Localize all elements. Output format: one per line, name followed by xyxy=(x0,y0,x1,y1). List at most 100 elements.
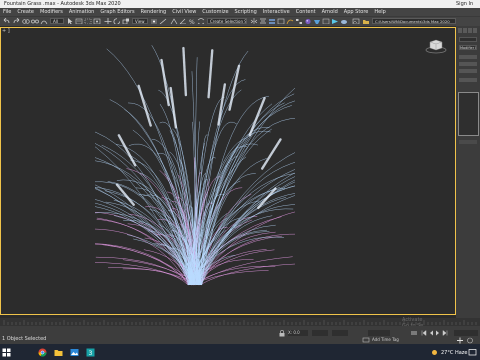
render-setup-icon[interactable] xyxy=(313,18,321,24)
svg-text:%: % xyxy=(189,19,195,24)
modifier-stack-item[interactable] xyxy=(459,55,477,59)
curve-editor-icon[interactable] xyxy=(286,18,294,24)
bind-spacewarp-icon[interactable] xyxy=(40,18,48,24)
spinner-snap-icon[interactable] xyxy=(197,18,205,24)
viewcube-icon[interactable] xyxy=(425,38,447,54)
angle-snap-icon[interactable] xyxy=(179,18,187,24)
fountain-grass-model[interactable] xyxy=(95,30,295,292)
status-bar: 1 Object Selected X: 0.0 Add Time Tag xyxy=(0,326,480,344)
weather-icon xyxy=(432,350,437,355)
svg-text:3: 3 xyxy=(89,350,93,357)
key-mode-icon[interactable] xyxy=(410,330,418,336)
time-tag-icon[interactable] xyxy=(362,337,370,343)
grass-plume xyxy=(248,96,266,137)
render-in-cloud-icon[interactable] xyxy=(340,18,348,24)
title-bar: Fountain Grass .max - Autodesk 3ds Max 2… xyxy=(0,0,480,8)
file-explorer-icon[interactable] xyxy=(54,348,63,357)
grass-plume xyxy=(207,49,214,99)
modifier-list-dropdown[interactable]: Modifier List xyxy=(459,45,477,50)
grass-blade xyxy=(128,102,192,286)
selection-filter-dropdown[interactable]: All xyxy=(50,18,64,24)
current-frame-field[interactable] xyxy=(454,330,478,336)
lock-selection-icon[interactable] xyxy=(278,330,286,337)
modifier-stack-list[interactable] xyxy=(458,92,479,136)
select-manipulate-icon[interactable] xyxy=(159,18,167,24)
grass-blade xyxy=(105,201,192,286)
selection-status: 1 Object Selected xyxy=(2,336,47,342)
menu-modifiers[interactable]: Modifiers xyxy=(37,9,66,15)
notifications-icon[interactable] xyxy=(468,348,477,357)
plus-icon[interactable] xyxy=(456,337,464,344)
weather-text[interactable]: 27°C Haze xyxy=(441,350,467,356)
schematic-view-icon[interactable] xyxy=(295,18,303,24)
menu-scripting[interactable]: Scripting xyxy=(232,9,260,15)
coord-z-field[interactable] xyxy=(332,330,348,336)
grass-blade xyxy=(95,243,192,286)
menu-app-store[interactable]: App Store xyxy=(341,9,372,15)
chrome-icon[interactable] xyxy=(38,348,47,357)
sign-in-link[interactable]: Sign In xyxy=(456,1,473,7)
grass-blade xyxy=(197,50,249,286)
menu-create[interactable]: Create xyxy=(14,9,37,15)
menu-help[interactable]: Help xyxy=(371,9,388,15)
object-name-field[interactable] xyxy=(459,37,477,42)
menu-civil-view[interactable]: Civil View xyxy=(169,9,199,15)
select-by-name-icon[interactable] xyxy=(75,18,83,24)
modifier-stack-item[interactable] xyxy=(459,69,477,73)
grass-plume xyxy=(169,86,178,129)
reference-coord-dropdown[interactable]: View xyxy=(132,18,148,24)
pivot-center-icon[interactable] xyxy=(150,18,158,24)
percent-snap-icon[interactable]: % xyxy=(188,18,196,24)
grass-plume xyxy=(182,46,188,97)
move-icon[interactable] xyxy=(104,18,112,24)
menu-file[interactable]: File xyxy=(0,9,14,15)
project-path-field[interactable]: C:\Users\WN\Documents\3ds Max 2020 xyxy=(372,18,456,24)
grass-plume xyxy=(160,58,170,107)
rendered-frame-window-icon[interactable] xyxy=(322,18,330,24)
orbit-icon[interactable] xyxy=(466,337,474,344)
menu-arnold[interactable]: Arnold xyxy=(319,9,341,15)
grass-plume xyxy=(217,83,227,126)
a360-gallery-icon[interactable] xyxy=(352,18,360,24)
3ds-max-taskbar-icon[interactable]: 3 xyxy=(86,348,95,357)
render-production-icon[interactable] xyxy=(331,18,339,24)
menu-customize[interactable]: Customize xyxy=(199,9,231,15)
menu-interactive[interactable]: Interactive xyxy=(260,9,293,15)
unlink-icon[interactable] xyxy=(31,18,39,24)
toggle-ribbon-icon[interactable] xyxy=(277,18,285,24)
layer-explorer-icon[interactable] xyxy=(268,18,276,24)
photos-app-icon[interactable] xyxy=(70,348,79,357)
scale-icon[interactable] xyxy=(122,18,130,24)
modifier-stack-item[interactable] xyxy=(459,78,477,82)
undo-icon[interactable] xyxy=(3,18,11,24)
coord-x-field[interactable]: X: 0.0 xyxy=(288,330,308,336)
modifier-stack-item[interactable] xyxy=(459,62,477,66)
menu-graph-editors[interactable]: Graph Editors xyxy=(97,9,137,15)
align-icon[interactable] xyxy=(259,18,267,24)
menu-bar: File Create Modifiers Animation Graph Ed… xyxy=(0,8,480,16)
viewport-label[interactable]: + ] xyxy=(2,28,10,34)
rotate-icon[interactable] xyxy=(113,18,121,24)
snaps-toggle-icon[interactable] xyxy=(170,18,178,24)
coord-y-field[interactable] xyxy=(312,330,328,336)
window-crossing-icon[interactable] xyxy=(93,18,101,24)
menu-rendering[interactable]: Rendering xyxy=(138,9,170,15)
main-toolbar: All View % Create Selection Set C:\Users… xyxy=(0,16,480,26)
material-editor-icon[interactable] xyxy=(304,18,312,24)
named-selection-set-dropdown[interactable]: Create Selection Set xyxy=(207,18,247,24)
menu-animation[interactable]: Animation xyxy=(66,9,98,15)
redo-icon[interactable] xyxy=(12,18,20,24)
stack-controls[interactable] xyxy=(459,140,477,144)
windows-start-icon[interactable] xyxy=(2,348,11,357)
grass-blade xyxy=(189,195,295,286)
menu-content[interactable]: Content xyxy=(293,9,319,15)
command-panel-tabs[interactable] xyxy=(458,28,478,34)
region-select-icon[interactable] xyxy=(84,18,92,24)
select-object-icon[interactable] xyxy=(66,18,74,24)
playback-controls[interactable] xyxy=(420,330,450,336)
open-folder-icon[interactable] xyxy=(362,18,370,24)
add-time-tag-button[interactable]: Add Time Tag xyxy=(372,337,399,342)
link-icon[interactable] xyxy=(22,18,30,24)
grid-size-field xyxy=(368,330,390,336)
mirror-icon[interactable] xyxy=(250,18,258,24)
